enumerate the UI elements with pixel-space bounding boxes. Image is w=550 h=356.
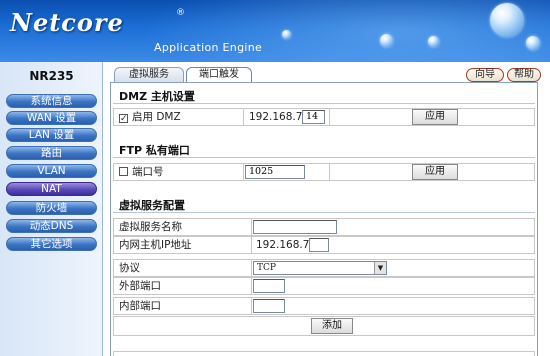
vs-name-input[interactable]	[253, 220, 337, 234]
main-panel: DMZ 主机设置 ✓ 启用 DMZ 192.168.7. 14 应用 FTP 私有…	[110, 82, 538, 356]
vs-ext-port-label-cell: 外部端口	[114, 278, 252, 294]
tab-virtual-server[interactable]: 虚拟服务	[114, 67, 184, 82]
vs-protocol-value: TCP	[257, 263, 276, 273]
dmz-section-title: DMZ 主机设置	[119, 90, 195, 103]
vs-ip-label: 内网主机IP地址	[119, 239, 192, 251]
vs-protocol-select[interactable]: TCP ▼	[253, 261, 387, 275]
ftp-port-input[interactable]: 1025	[245, 165, 305, 179]
sidebar-item-ddns[interactable]: 动态DNS	[6, 219, 97, 233]
bubble-decoration-icon	[282, 30, 291, 39]
virtual-server-section-title: 虚拟服务配置	[119, 199, 185, 212]
dmz-enable-checkbox[interactable]: ✓	[119, 114, 128, 124]
vs-protocol-label: 协议	[119, 262, 140, 274]
vs-int-port-input[interactable]	[253, 299, 285, 313]
vs-ip-last-octet-input[interactable]	[309, 238, 329, 252]
vs-ip-label-cell: 内网主机IP地址	[114, 237, 252, 253]
vs-ext-port-input[interactable]	[253, 279, 285, 293]
ftp-section-title: FTP 私有端口	[119, 144, 190, 157]
brand-logo: Netcore	[10, 8, 124, 37]
dmz-apply-button[interactable]: 应用	[412, 109, 458, 125]
ftp-row: 端口号	[113, 163, 535, 181]
vs-ip-input-cell: 192.168.7.	[252, 237, 534, 253]
ftp-port-cell: 端口号	[114, 164, 244, 180]
ftp-apply-button[interactable]: 应用	[412, 164, 458, 180]
app-header: Netcore ® Application Engine	[0, 0, 550, 62]
bubble-decoration-icon	[380, 34, 393, 47]
vs-int-port-label: 内部端口	[119, 300, 161, 312]
ftp-port-checkbox[interactable]	[119, 167, 128, 176]
vs-int-port-row: 内部端口	[113, 297, 535, 315]
vs-name-label: 虚拟服务名称	[119, 221, 182, 233]
sidebar-item-wan[interactable]: WAN 设置	[6, 111, 97, 125]
add-button[interactable]: 添加	[311, 318, 353, 334]
vs-name-label-cell: 虚拟服务名称	[114, 219, 252, 235]
vs-int-port-input-cell	[252, 298, 534, 314]
tab-port-trigger[interactable]: 端口触发	[186, 67, 252, 83]
app-tagline: Application Engine	[154, 41, 263, 54]
bubble-decoration-icon	[428, 36, 439, 47]
ftp-port-label: 端口号	[132, 166, 164, 178]
sidebar-item-routing[interactable]: 路由	[6, 146, 97, 160]
sidebar: NR235 系统信息 WAN 设置 LAN 设置 路由 VLAN NAT 防火墙…	[0, 62, 103, 356]
vs-ip-prefix: 192.168.7.	[256, 239, 313, 251]
wizard-button[interactable]: 向导	[466, 68, 504, 82]
sidebar-item-nat[interactable]: NAT	[6, 182, 97, 196]
bubble-decoration-icon	[526, 36, 540, 50]
vs-ext-port-label: 外部端口	[119, 280, 161, 292]
divider	[113, 103, 535, 104]
sidebar-item-system-info[interactable]: 系统信息	[6, 94, 97, 108]
vs-protocol-label-cell: 协议	[114, 260, 252, 276]
sidebar-item-other[interactable]: 其它选项	[6, 237, 97, 251]
device-model: NR235	[29, 69, 74, 83]
divider	[113, 212, 535, 213]
vs-int-port-label-cell: 内部端口	[114, 298, 252, 314]
vs-ext-port-input-cell	[252, 278, 534, 294]
dmz-ip-last-octet-input[interactable]: 14	[302, 110, 325, 124]
divider	[113, 157, 535, 158]
dmz-enable-cell: ✓ 启用 DMZ	[114, 109, 244, 125]
sidebar-item-lan[interactable]: LAN 设置	[6, 128, 97, 142]
sidebar-item-vlan[interactable]: VLAN	[6, 164, 97, 178]
dmz-ip-prefix: 192.168.7.	[249, 111, 306, 123]
vs-ext-port-row: 外部端口	[113, 277, 535, 295]
help-button[interactable]: 帮助	[507, 68, 541, 82]
dmz-enable-label: 启用 DMZ	[132, 111, 181, 123]
chevron-down-icon[interactable]: ▼	[374, 262, 386, 274]
bubble-decoration-icon	[490, 3, 524, 37]
table-header-row-partial	[113, 351, 535, 356]
sidebar-item-firewall[interactable]: 防火墙	[6, 201, 97, 215]
registered-mark: ®	[176, 8, 185, 18]
